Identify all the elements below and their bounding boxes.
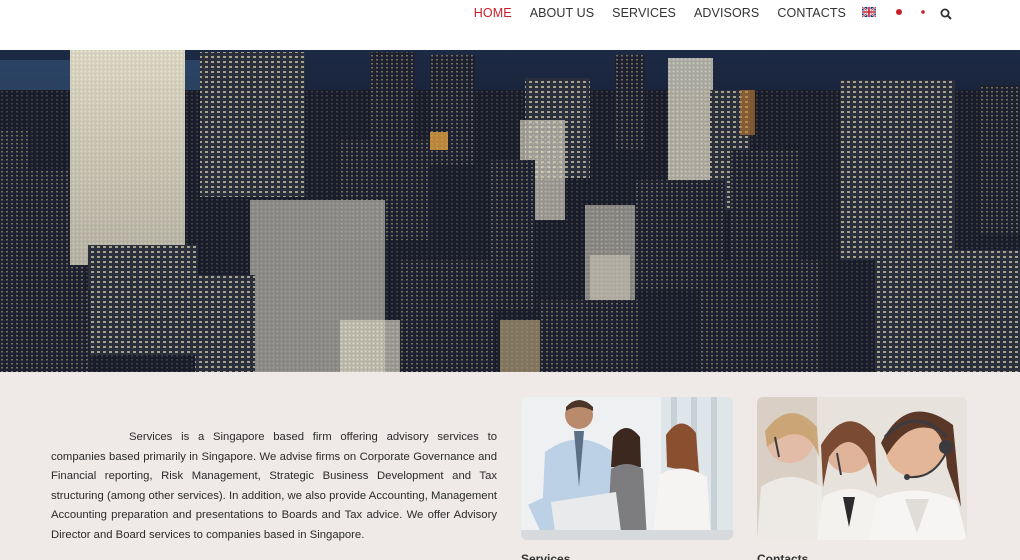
search-icon[interactable] [940,7,952,20]
nav-about-us[interactable]: ABOUT US [530,6,594,20]
services-caption[interactable]: Services [521,552,570,560]
hero-city-image [0,50,1020,372]
japan-flag-icon[interactable] [916,4,930,22]
uk-flag-icon[interactable] [861,4,877,22]
intro-text: Services is a Singapore based firm offer… [51,431,497,541]
nav-contacts[interactable]: CONTACTS [777,6,846,20]
nav-services[interactable]: SERVICES [612,6,676,20]
services-image[interactable] [521,397,733,540]
contacts-caption[interactable]: Contacts [757,552,808,560]
main-nav: HOME ABOUT US SERVICES ADVISORS CONTACTS [456,5,930,21]
header: HOME ABOUT US SERVICES ADVISORS CONTACTS [0,0,1020,50]
nav-advisors[interactable]: ADVISORS [694,6,759,20]
content-section: Services is a Singapore based firm offer… [0,372,1020,560]
nav-home[interactable]: HOME [474,6,512,20]
contacts-image[interactable] [757,397,967,540]
japan-flag-icon[interactable] [892,4,906,22]
